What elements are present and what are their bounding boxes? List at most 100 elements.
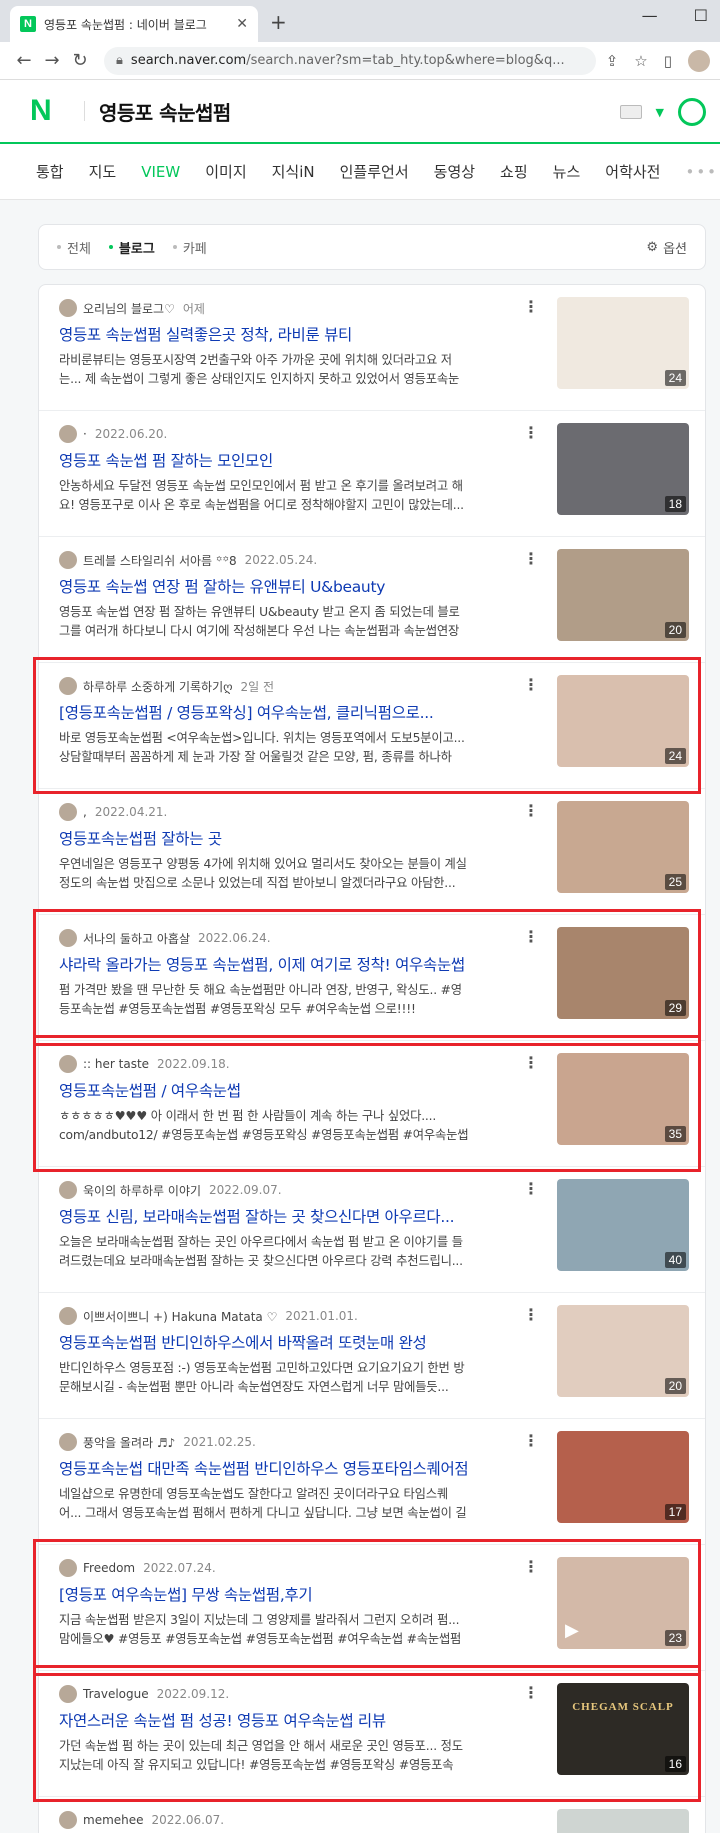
author-name[interactable]: , <box>83 805 87 819</box>
author-avatar[interactable] <box>59 929 77 947</box>
result-thumbnail[interactable]: 20 <box>557 549 689 641</box>
result-snippet[interactable]: 영등포 속눈썹 연장 펌 잘하는 유앤뷰티 U&beauty 받고 온지 좀 되… <box>59 603 469 641</box>
share-icon[interactable]: ⇪ <box>606 52 619 70</box>
author-avatar[interactable] <box>59 1433 77 1451</box>
result-thumbnail[interactable]: 25 <box>557 801 689 893</box>
author-name[interactable]: Travelogue <box>83 1687 149 1701</box>
tab-4[interactable]: 지식iN <box>272 161 315 182</box>
result-snippet[interactable]: ㅎㅎㅎㅎㅎ♥♥♥ 아 이래서 한 번 펌 한 사람들이 계속 하는 구나 싶었다… <box>59 1107 469 1145</box>
profile-avatar[interactable] <box>688 49 710 72</box>
result-thumbnail[interactable]: 40 <box>557 1179 689 1271</box>
back-icon[interactable]: ← <box>10 50 38 71</box>
author-name[interactable]: 오리님의 블로그♡ <box>83 300 175 317</box>
tab-9[interactable]: 어학사전 <box>605 161 660 182</box>
result-title-link[interactable]: 샤라락 올라가는 영등포 속눈썹펌, 이제 여기로 정착! 여우속눈썹 <box>59 953 469 975</box>
tab-0[interactable]: 통합 <box>36 161 64 182</box>
author-name[interactable]: 욱이의 하루하루 이야기 <box>83 1182 201 1199</box>
minimize-icon[interactable]: — <box>642 6 658 25</box>
more-tabs-icon[interactable]: ••• <box>685 163 718 181</box>
result-title-link[interactable]: 영등포속눈썹펌 잘하는 곳 <box>59 827 469 849</box>
result-snippet[interactable]: 우연네일은 영등포구 양평동 4가에 위치해 있어요 멀리서도 찾아오는 분들이… <box>59 855 469 893</box>
result-snippet[interactable]: 지금 속눈썹펌 받은지 3일이 지났는데 그 영양제를 발라줘서 그런지 오히려… <box>59 1611 469 1649</box>
more-options-icon[interactable]: ⋮ <box>523 927 539 946</box>
result-thumbnail[interactable] <box>557 1809 689 1833</box>
maximize-icon[interactable]: ☐ <box>694 6 708 25</box>
author-avatar[interactable] <box>59 803 77 821</box>
more-options-icon[interactable]: ⋮ <box>523 1557 539 1576</box>
naver-logo[interactable]: N <box>30 94 70 128</box>
result-title-link[interactable]: [영등포 여우속눈썹] 무쌍 속눈썹펌,후기 <box>59 1583 469 1605</box>
result-thumbnail[interactable]: 24 <box>557 675 689 767</box>
author-name[interactable]: 하루하루 소중하게 기록하기ღ <box>83 678 233 695</box>
author-avatar[interactable] <box>59 299 77 317</box>
options-button[interactable]: ⚙︎ 옵션 <box>646 238 687 257</box>
result-title-link[interactable]: 영등포 신림, 보라매속눈썹펌 잘하는 곳 찾으신다면 아우르다... <box>59 1205 469 1227</box>
author-avatar[interactable] <box>59 1685 77 1703</box>
author-name[interactable]: 풍악을 올려라 ♬♪ <box>83 1434 175 1451</box>
more-options-icon[interactable]: ⋮ <box>523 675 539 694</box>
result-snippet[interactable]: 라비룬뷰티는 영등포시장역 2번출구와 아주 가까운 곳에 위치해 있더라고요 … <box>59 351 469 389</box>
tab-6[interactable]: 동영상 <box>434 161 475 182</box>
result-thumbnail[interactable]: CHEGAM SCALP 16 <box>557 1683 689 1775</box>
tab-5[interactable]: 인플루언서 <box>340 161 409 182</box>
more-options-icon[interactable]: ⋮ <box>523 801 539 820</box>
result-title-link[interactable]: 영등포속눈썹펌 / 여우속눈썹 <box>59 1079 469 1101</box>
filter-item[interactable]: 블로그 <box>108 238 155 257</box>
author-avatar[interactable] <box>59 1307 77 1325</box>
result-snippet[interactable]: 오늘은 보라매속눈썹펌 잘하는 곳인 아우르다에서 속눈썹 펌 받고 온 이야기… <box>59 1233 469 1271</box>
result-snippet[interactable]: 펌 가격만 봤을 땐 무난한 듯 해요 속눈썹펌만 아니라 연장, 반영구, 왁… <box>59 981 469 1019</box>
tab-7[interactable]: 쇼핑 <box>500 161 528 182</box>
author-avatar[interactable] <box>59 1559 77 1577</box>
result-thumbnail[interactable]: 35 <box>557 1053 689 1145</box>
tab-3[interactable]: 이미지 <box>205 161 246 182</box>
result-snippet[interactable]: 바로 영등포속눈썹펌 <여우속눈썹>입니다. 위치는 영등포역에서 도보5분이고… <box>59 729 469 767</box>
result-title-link[interactable]: 영등포 속눈썹 펌 잘하는 모인모인 <box>59 449 469 471</box>
result-title-link[interactable]: 영등포속눈썹펌 반디인하우스에서 바짝올려 또렷눈매 완성 <box>59 1331 469 1353</box>
filter-item[interactable]: 카페 <box>172 238 207 257</box>
author-avatar[interactable] <box>59 1055 77 1073</box>
more-options-icon[interactable]: ⋮ <box>523 549 539 568</box>
result-thumbnail[interactable]: 24 <box>557 297 689 389</box>
author-name[interactable]: :: her taste <box>83 1057 149 1071</box>
filter-item[interactable]: 전체 <box>57 238 91 257</box>
bookmark-star-icon[interactable]: ☆ <box>634 52 647 70</box>
result-thumbnail[interactable]: 29 <box>557 927 689 1019</box>
result-title-link[interactable]: 영등포 속눈썹 연장 펌 잘하는 유앤뷰티 U&beauty <box>59 575 469 597</box>
more-options-icon[interactable]: ⋮ <box>523 297 539 316</box>
dropdown-arrow-icon[interactable]: ▼ <box>656 106 664 119</box>
more-options-icon[interactable]: ⋮ <box>523 1053 539 1072</box>
forward-icon[interactable]: → <box>38 50 66 71</box>
result-title-link[interactable]: 영등포속눈썹 대만족 속눈썹펌 반디인하우스 영등포타임스퀘어점 <box>59 1457 469 1479</box>
tab-8[interactable]: 뉴스 <box>553 161 581 182</box>
author-name[interactable]: memehee <box>83 1813 144 1827</box>
result-thumbnail[interactable]: 20 <box>557 1305 689 1397</box>
author-name[interactable]: · <box>83 427 87 441</box>
author-name[interactable]: 서나의 둘하고 아홉살 <box>83 930 190 947</box>
author-avatar[interactable] <box>59 1811 77 1829</box>
result-thumbnail[interactable]: 18 <box>557 423 689 515</box>
search-query[interactable]: 영등포 속눈썹펌 <box>99 97 231 126</box>
new-tab-icon[interactable]: + <box>270 10 287 34</box>
result-snippet[interactable]: 반디인하우스 영등포점 :-) 영등포속눈썹펌 고민하고있다면 요기요기요기 한… <box>59 1359 469 1397</box>
result-title-link[interactable]: [영등포속눈썹펌 / 영등포왁싱] 여우속눈썹, 클리닉펌으로... <box>59 701 469 723</box>
author-avatar[interactable] <box>59 677 77 695</box>
close-tab-icon[interactable]: ✕ <box>236 16 248 32</box>
result-title-link[interactable]: 영등포 속눈썹펌 실력좋은곳 정착, 라비룬 뷰티 <box>59 323 469 345</box>
author-name[interactable]: Freedom <box>83 1561 135 1575</box>
author-name[interactable]: 트레블 스타일리쉬 서아름 ꙳꙳8 <box>83 552 237 569</box>
browser-tab[interactable]: N 영등포 속눈썹펌 : 네이버 블로그 ✕ <box>10 6 258 42</box>
result-snippet[interactable]: 안농하세요 두달전 영등포 속눈썹 모인모인에서 펌 받고 온 후기를 올려보려… <box>59 477 469 515</box>
result-thumbnail[interactable]: ▶ 23 <box>557 1557 689 1649</box>
more-options-icon[interactable]: ⋮ <box>523 1179 539 1198</box>
url-field[interactable]: 🔒︎ search.naver.com /search.naver?sm=tab… <box>104 46 596 75</box>
tab-1[interactable]: 지도 <box>89 161 117 182</box>
sidebar-icon[interactable]: ▯ <box>664 52 672 70</box>
author-avatar[interactable] <box>59 425 77 443</box>
author-avatar[interactable] <box>59 1181 77 1199</box>
more-options-icon[interactable]: ⋮ <box>523 1305 539 1324</box>
keyboard-icon[interactable] <box>619 105 642 119</box>
reload-icon[interactable]: ↻ <box>66 50 94 71</box>
search-icon[interactable] <box>678 98 706 126</box>
author-name[interactable]: 이쁘서이쁘니 +) Hakuna Matata ♡ <box>83 1308 277 1325</box>
result-snippet[interactable]: 네일샵으로 유명한데 영등포속눈썹도 잘한다고 알려진 곳이더라구요 타임스퀘어… <box>59 1485 469 1523</box>
